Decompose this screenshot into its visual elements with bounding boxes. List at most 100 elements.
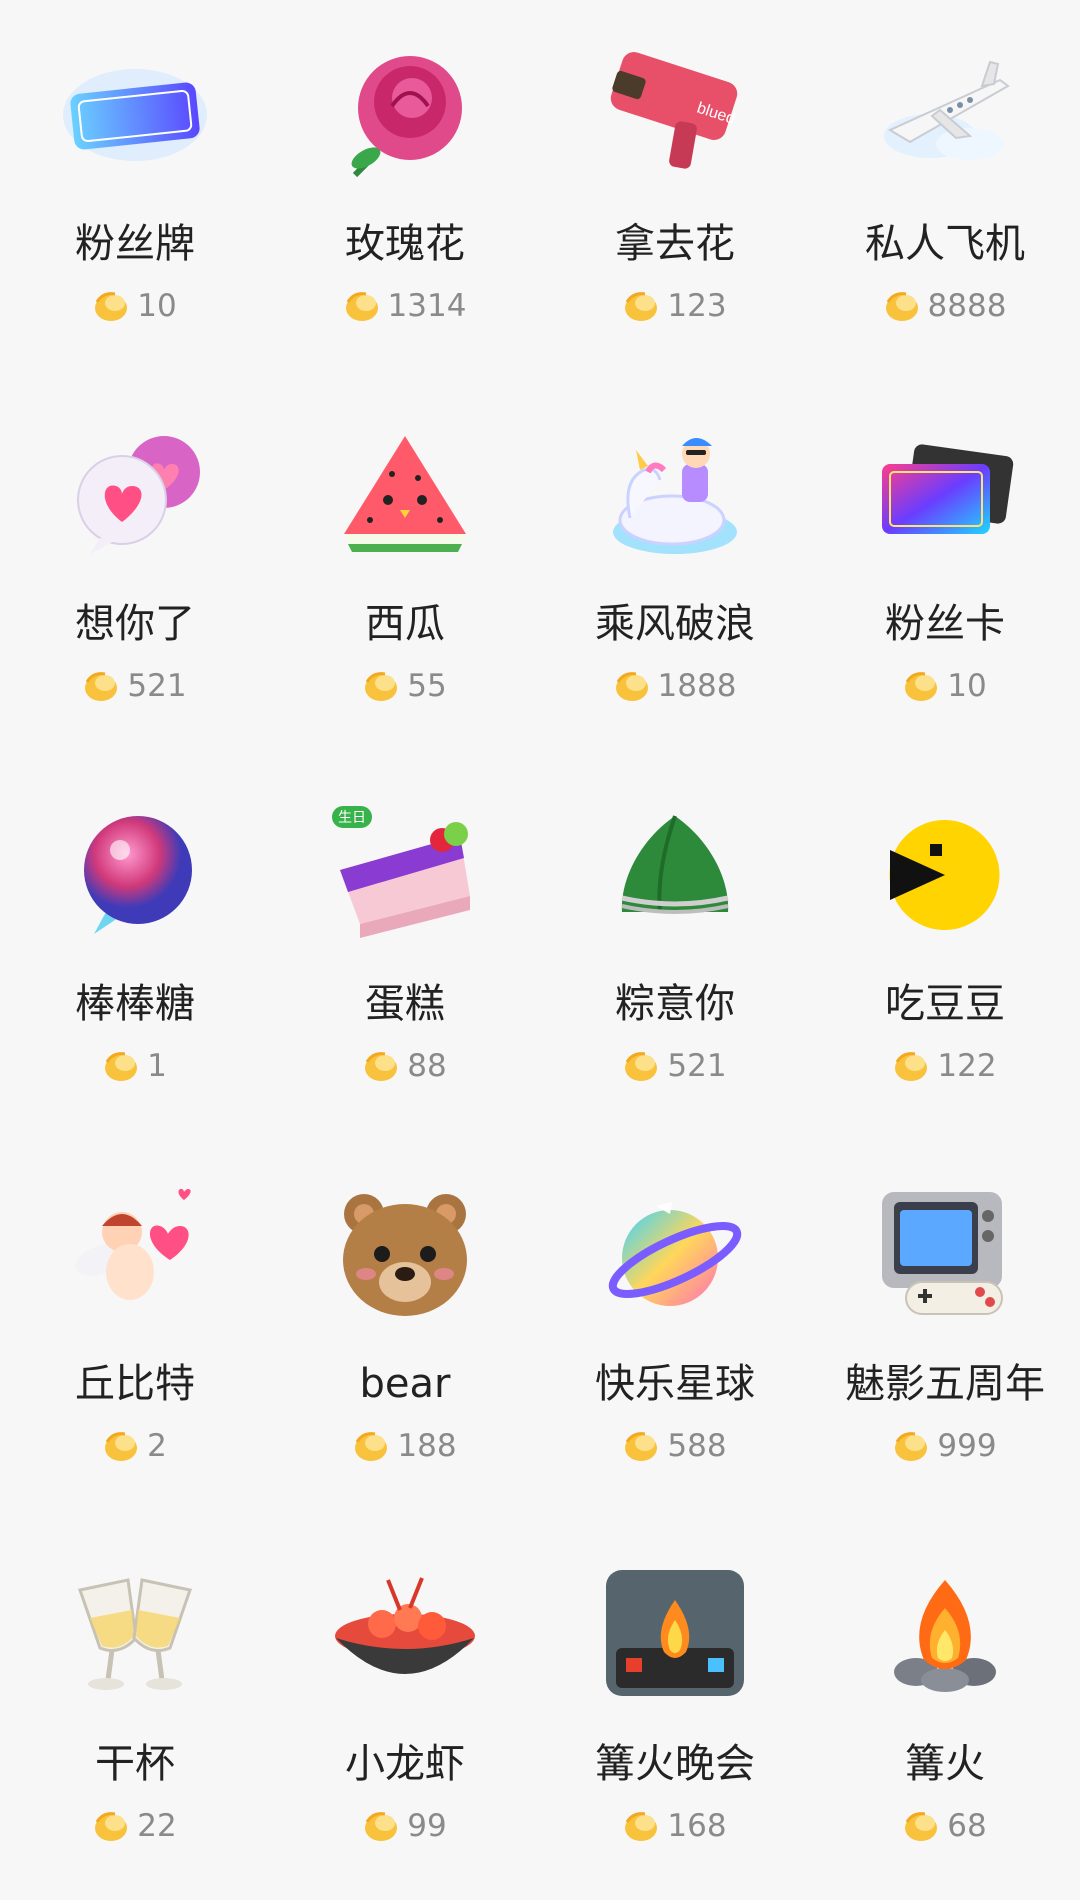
gift-price: 1 [0,1048,270,1084]
coin-icon [905,1812,938,1841]
gift-name: 粽意你 [615,981,735,1027]
price-value: 521 [667,1048,727,1084]
gift-item[interactable]: 快乐星球 588 [540,1140,810,1520]
coin-icon [625,1052,658,1081]
retro-tv-controller-icon [870,1180,1020,1330]
gift-item[interactable]: 干杯 22 [0,1520,270,1900]
gift-name: 乘风破浪 [595,601,755,647]
price-value: 8888 [927,288,1007,324]
price-value: 2 [147,1428,167,1464]
gift-price: 55 [270,668,540,704]
price-value: 55 [407,668,447,704]
coin-icon [905,672,938,701]
gift-name: 粉丝卡 [885,601,1005,647]
coin-icon [625,1812,658,1841]
coin-icon [615,672,648,701]
price-value: 22 [137,1808,177,1844]
gift-item[interactable]: 玫瑰花 1314 [270,0,540,380]
gift-item[interactable]: 粽意你 521 [540,760,810,1140]
coin-icon [105,1432,138,1461]
fan-card-icon [870,420,1020,570]
gift-name: 干杯 [95,1741,175,1787]
gift-name: 篝火晚会 [595,1741,755,1787]
gift-item[interactable]: 私人飞机 8888 [810,0,1080,380]
price-value: 10 [947,668,987,704]
gift-item[interactable]: 乘风破浪 1888 [540,380,810,760]
price-value: 1314 [387,288,467,324]
planet-icon [600,1180,750,1330]
gift-item[interactable]: 篝火晚会 168 [540,1520,810,1900]
gift-item[interactable]: 棒棒糖 1 [0,760,270,1140]
campfire-icon [870,1560,1020,1710]
gift-price: 521 [540,1048,810,1084]
price-value: 99 [407,1808,447,1844]
gift-price: 122 [810,1048,1080,1084]
gift-name: 想你了 [75,601,195,647]
champagne-glasses-icon [60,1560,210,1710]
price-value: 999 [937,1428,997,1464]
gift-name: bear [359,1361,451,1407]
coin-icon [95,292,128,321]
gift-item[interactable]: 小龙虾 99 [270,1520,540,1900]
gift-price: 10 [0,288,270,324]
gift-item[interactable]: 粉丝卡 10 [810,380,1080,760]
price-value: 1 [147,1048,167,1084]
price-value: 122 [937,1048,997,1084]
gift-item[interactable]: 西瓜 55 [270,380,540,760]
coin-icon [625,292,658,321]
gift-item[interactable]: 粉丝牌 10 [0,0,270,380]
pacman-icon [870,800,1020,950]
gift-name: 蛋糕 [365,981,445,1027]
price-value: 68 [947,1808,987,1844]
gift-name: 丘比特 [75,1361,195,1407]
bear-icon [330,1180,480,1330]
heart-bubbles-icon [60,420,210,570]
gift-item[interactable]: 吃豆豆 122 [810,760,1080,1140]
gift-price: 999 [810,1428,1080,1464]
coin-icon [895,1052,928,1081]
fan-badge-icon [60,40,210,190]
coin-icon [345,292,378,321]
gift-item[interactable]: bear 188 [270,1140,540,1520]
rose-icon [330,40,480,190]
gift-item[interactable]: 想你了 521 [0,380,270,760]
price-value: 88 [407,1048,447,1084]
gift-price: 1314 [270,288,540,324]
price-value: 168 [667,1808,727,1844]
coin-icon [885,292,918,321]
price-value: 1888 [657,668,737,704]
gift-name: 棒棒糖 [75,981,195,1027]
crayfish-bowl-icon [330,1560,480,1710]
coin-icon [355,1432,388,1461]
gift-price: 2 [0,1428,270,1464]
gift-name: 粉丝牌 [75,221,195,267]
gift-name: 吃豆豆 [885,981,1005,1027]
gift-price: 1888 [540,668,810,704]
gift-price: 88 [270,1048,540,1084]
birthday-badge: 生日 [338,810,366,826]
gift-item[interactable]: 生日 蛋糕 88 [270,760,540,1140]
gift-price: 99 [270,1808,540,1844]
gift-name: 魅影五周年 [845,1361,1045,1407]
gift-price: 10 [810,668,1080,704]
gift-price: 521 [0,668,270,704]
gift-name: 快乐星球 [595,1361,755,1407]
coin-icon [365,1052,398,1081]
gift-item[interactable]: 魅影五周年 999 [810,1140,1080,1520]
coin-icon [95,1812,128,1841]
gift-name: 篝火 [905,1741,985,1787]
lollipop-icon [60,800,210,950]
price-value: 123 [667,288,727,324]
coin-icon [105,1052,138,1081]
gift-item[interactable]: blued 拿去花 123 [540,0,810,380]
gift-name: 玫瑰花 [345,221,465,267]
coin-icon [895,1432,928,1461]
coin-icon [365,672,398,701]
gift-name: 小龙虾 [345,1741,465,1787]
price-value: 521 [127,668,187,704]
unicorn-float-icon [600,420,750,570]
gift-price: 68 [810,1808,1080,1844]
bonfire-party-icon [600,1560,750,1710]
gift-item[interactable]: 丘比特 2 [0,1140,270,1520]
gift-item[interactable]: 篝火 68 [810,1520,1080,1900]
